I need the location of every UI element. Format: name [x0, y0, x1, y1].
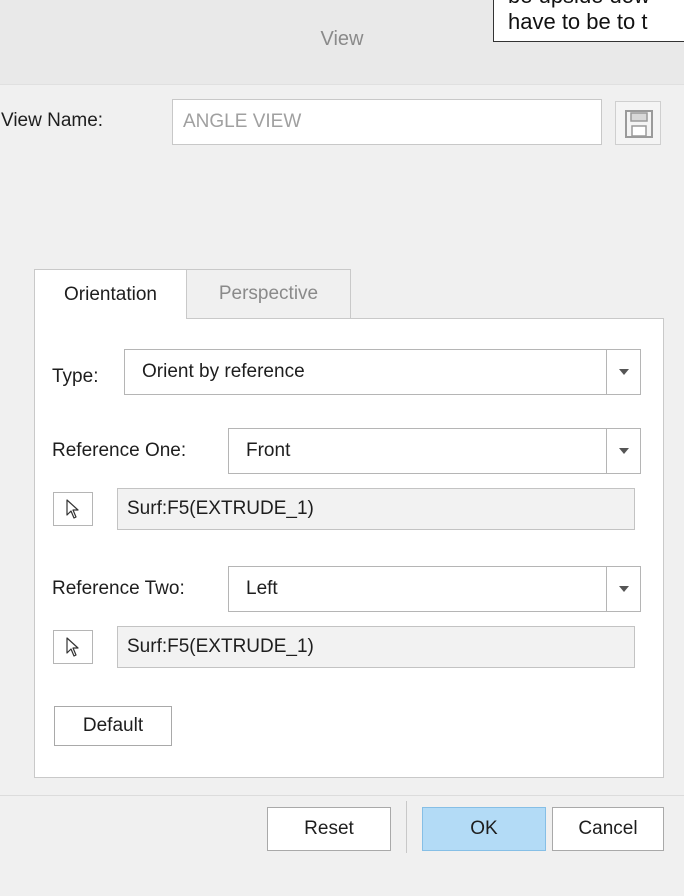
- default-button[interactable]: Default: [54, 706, 172, 746]
- floppy-disk-icon: [625, 110, 653, 138]
- view-name-input[interactable]: ANGLE VIEW: [172, 99, 602, 145]
- reference-one-label: Reference One:: [52, 440, 187, 461]
- type-dropdown-value: Orient by reference: [142, 361, 305, 382]
- reference-one-dropdown-arrow[interactable]: [606, 429, 640, 473]
- footer-button-separator: [406, 801, 407, 853]
- reference-two-dropdown-arrow[interactable]: [606, 567, 640, 611]
- overlay-note-box: be upside dow have to be to t: [493, 0, 684, 42]
- overlay-note-line-2: have to be to t: [508, 9, 648, 34]
- reference-two-value: Left: [246, 578, 278, 599]
- type-dropdown[interactable]: Orient by reference: [124, 349, 641, 395]
- chevron-down-icon: [618, 586, 629, 592]
- cursor-arrow-icon: [66, 637, 79, 657]
- tab-perspective[interactable]: Perspective: [187, 269, 351, 319]
- reference-two-dropdown[interactable]: Left: [228, 566, 641, 612]
- type-dropdown-arrow[interactable]: [606, 350, 640, 394]
- chevron-down-icon: [618, 369, 629, 375]
- reference-one-pick-button[interactable]: [53, 492, 93, 526]
- reference-two-label: Reference Two:: [52, 578, 185, 599]
- view-dialog: View be upside dow have to be to t View …: [0, 0, 684, 896]
- tab-orientation[interactable]: Orientation: [34, 269, 187, 319]
- overlay-note-line-1: be upside dow: [508, 0, 650, 9]
- reference-one-dropdown[interactable]: Front: [228, 428, 641, 474]
- save-view-button[interactable]: [615, 101, 661, 145]
- footer-divider: [0, 795, 684, 796]
- view-name-label: View Name:: [1, 110, 104, 131]
- cancel-button[interactable]: Cancel: [552, 807, 664, 851]
- orientation-panel: Type: Orient by reference Reference One:…: [34, 318, 664, 778]
- reference-one-selection[interactable]: Surf:F5(EXTRUDE_1): [117, 488, 635, 530]
- reference-one-value: Front: [246, 440, 291, 461]
- type-label: Type:: [52, 366, 99, 387]
- chevron-down-icon: [618, 448, 629, 454]
- reference-two-selection[interactable]: Surf:F5(EXTRUDE_1): [117, 626, 635, 668]
- reference-two-pick-button[interactable]: [53, 630, 93, 664]
- ok-button[interactable]: OK: [422, 807, 546, 851]
- reset-button[interactable]: Reset: [267, 807, 391, 851]
- cursor-arrow-icon: [66, 499, 79, 519]
